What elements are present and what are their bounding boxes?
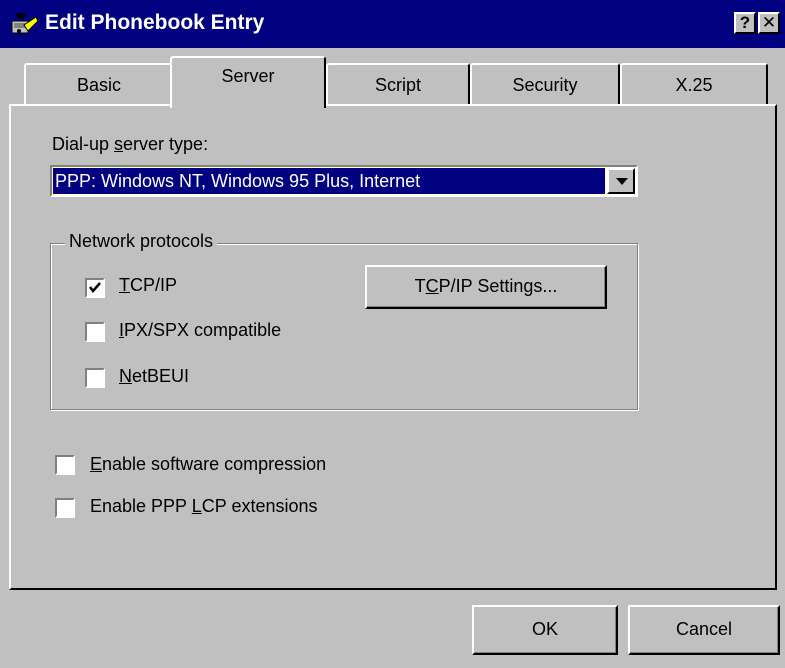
netbeui-checkbox[interactable] xyxy=(85,368,105,388)
server-type-select[interactable]: PPP: Windows NT, Windows 95 Plus, Intern… xyxy=(50,165,638,197)
tab-label: Server xyxy=(221,66,275,86)
close-button[interactable]: ✕ xyxy=(758,12,780,34)
software-compression-checkbox[interactable] xyxy=(55,455,75,475)
chevron-down-icon xyxy=(616,178,628,185)
ipx-spx-label[interactable]: IPX/SPX compatible xyxy=(119,320,281,341)
checkmark-icon xyxy=(89,282,101,293)
help-icon: ? xyxy=(739,13,751,32)
help-button[interactable]: ? xyxy=(734,12,756,34)
software-compression-label[interactable]: Enable software compression xyxy=(90,454,326,475)
tab-label: Basic xyxy=(76,75,121,95)
group-legend: Network protocols xyxy=(65,231,218,252)
tab-server[interactable]: Server xyxy=(170,56,326,108)
cancel-button[interactable]: Cancel xyxy=(628,605,780,655)
server-type-value: PPP: Windows NT, Windows 95 Plus, Intern… xyxy=(52,167,606,195)
phonebook-icon xyxy=(10,11,40,37)
tab-label: Script xyxy=(374,75,421,95)
server-type-label: Dial-up server type: xyxy=(52,134,209,154)
tcpip-settings-button[interactable]: TCP/IP Settings... xyxy=(365,265,607,309)
ok-button[interactable]: OK xyxy=(472,605,618,655)
tcpip-label[interactable]: TCP/IP xyxy=(119,275,177,296)
tab-script[interactable]: Script xyxy=(326,63,470,105)
tab-basic[interactable]: Basic xyxy=(24,63,174,105)
tab-label: Security xyxy=(512,75,578,95)
title-bar[interactable]: Edit Phonebook Entry ? ✕ xyxy=(0,0,785,48)
tab-security[interactable]: Security xyxy=(470,63,620,105)
tcpip-checkbox[interactable] xyxy=(85,278,105,298)
window-title: Edit Phonebook Entry xyxy=(45,11,265,34)
tab-label: X.25 xyxy=(675,75,713,95)
edit-phonebook-entry-dialog: Edit Phonebook Entry ? ✕ Basic Server Sc… xyxy=(0,0,785,668)
ipx-spx-checkbox[interactable] xyxy=(85,322,105,342)
netbeui-label[interactable]: NetBEUI xyxy=(119,366,189,387)
dropdown-button[interactable] xyxy=(607,168,635,194)
ppp-lcp-extensions-label[interactable]: Enable PPP LCP extensions xyxy=(90,496,318,517)
tab-x25[interactable]: X.25 xyxy=(620,63,768,105)
close-icon: ✕ xyxy=(761,13,777,32)
ppp-lcp-extensions-checkbox[interactable] xyxy=(55,498,75,518)
